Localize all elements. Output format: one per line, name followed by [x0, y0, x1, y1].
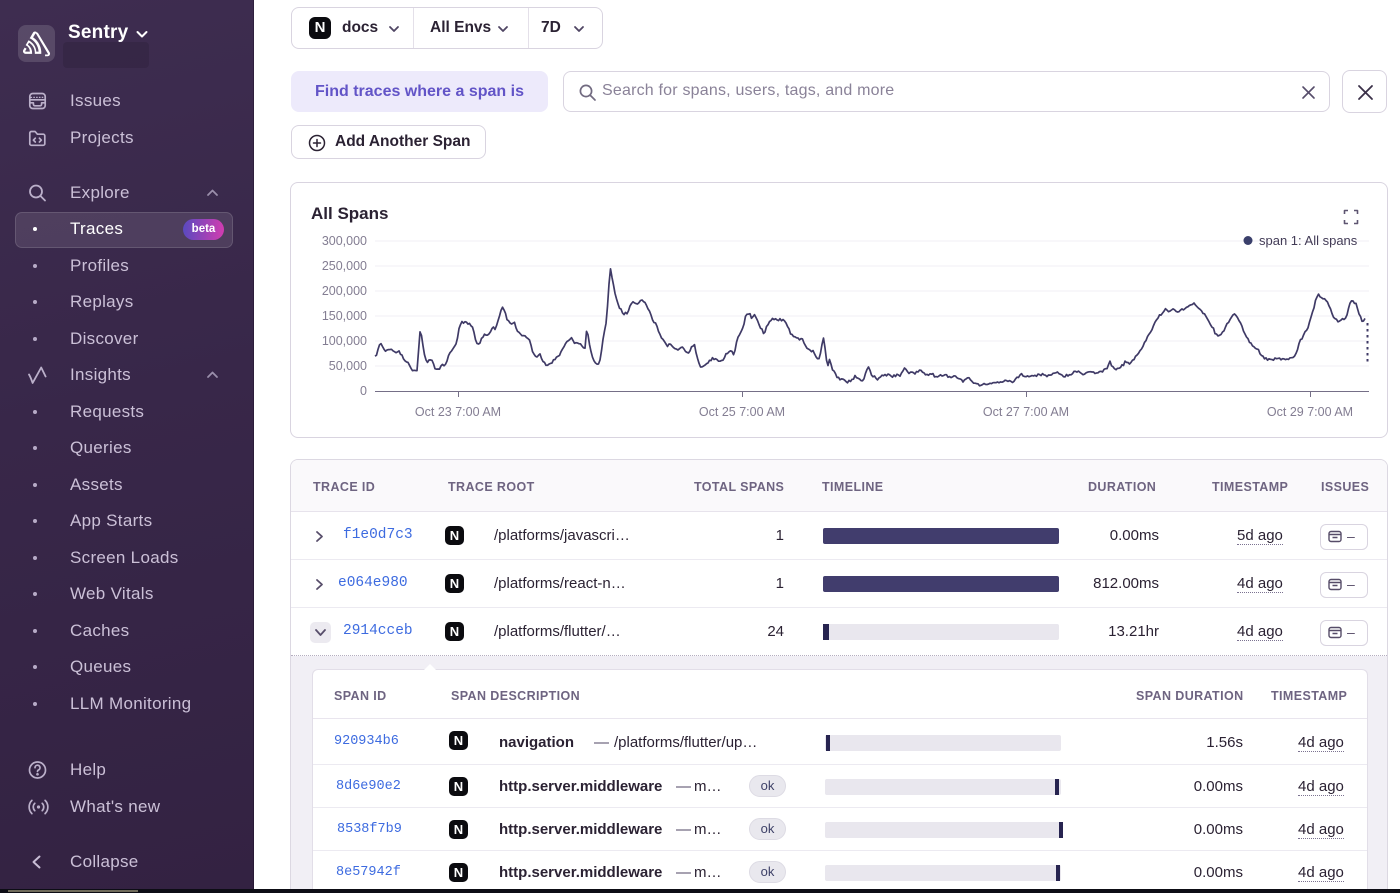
svg-text:300,000: 300,000 [322, 234, 367, 248]
svg-text:100,000: 100,000 [322, 334, 367, 348]
svg-text:250,000: 250,000 [322, 259, 367, 273]
svg-text:150,000: 150,000 [322, 309, 367, 323]
svg-text:Oct 29 7:00 AM: Oct 29 7:00 AM [1267, 405, 1353, 419]
svg-text:0: 0 [360, 384, 367, 398]
svg-text:Oct 27 7:00 AM: Oct 27 7:00 AM [983, 405, 1069, 419]
svg-text:Oct 23 7:00 AM: Oct 23 7:00 AM [415, 405, 501, 419]
svg-text:span 1: All spans: span 1: All spans [1259, 233, 1358, 248]
svg-text:Oct 25 7:00 AM: Oct 25 7:00 AM [699, 405, 785, 419]
svg-text:200,000: 200,000 [322, 284, 367, 298]
svg-text:50,000: 50,000 [329, 359, 367, 373]
